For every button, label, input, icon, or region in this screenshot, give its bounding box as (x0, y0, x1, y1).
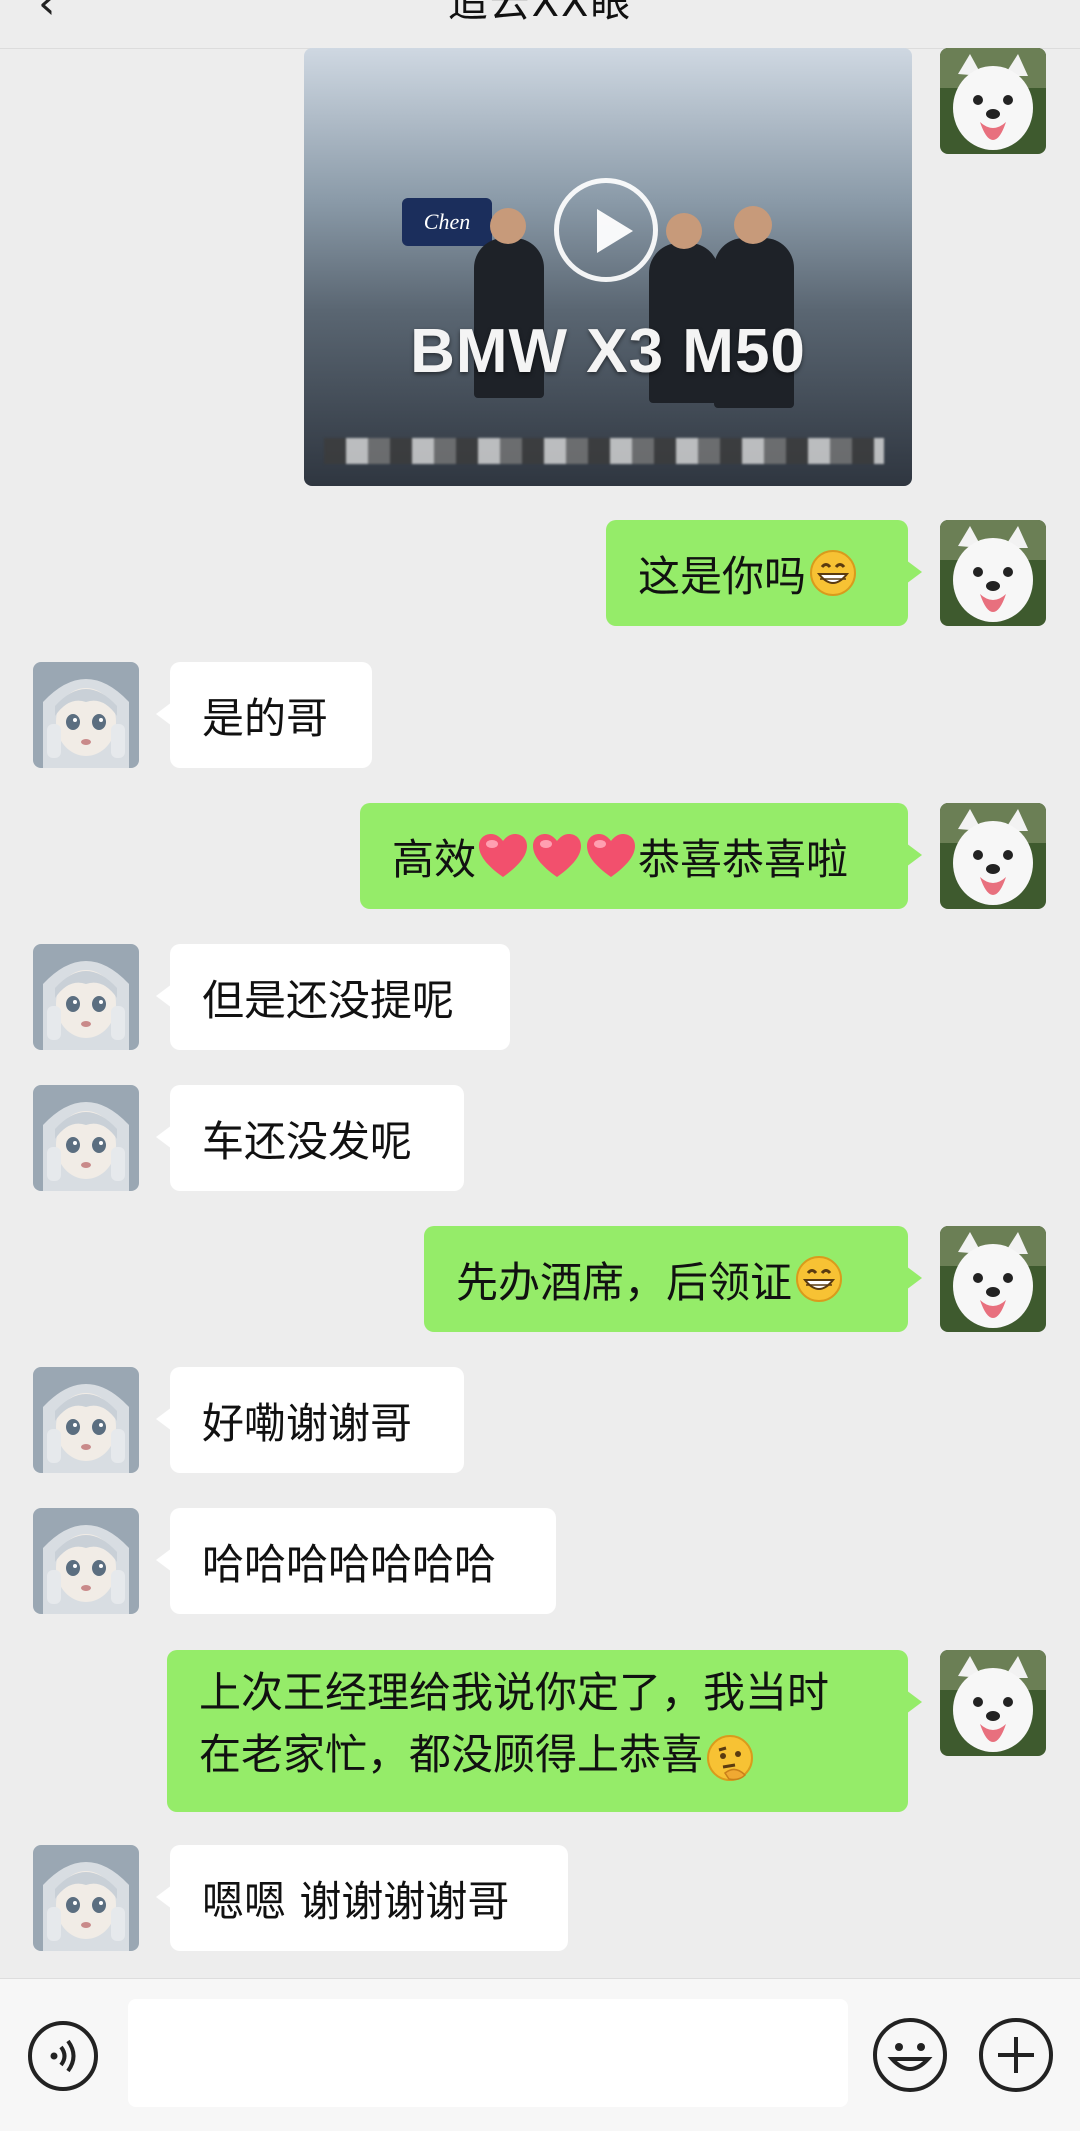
avatar-them[interactable] (33, 1085, 139, 1191)
message-bubble-them[interactable]: 哈哈哈哈哈哈哈 (156, 1508, 556, 1614)
avatar-them[interactable] (33, 1508, 139, 1614)
grin-emoji-icon (808, 548, 858, 598)
message-bubble-them[interactable]: 是的哥 (156, 662, 372, 768)
message-text: 好嘞谢谢哥 (202, 1398, 413, 1448)
avatar-them[interactable] (33, 1367, 139, 1473)
heart-emoji-icon (584, 831, 638, 881)
emoji-icon[interactable] (870, 2015, 950, 2095)
message-text: 哈哈哈哈哈哈哈 (202, 1539, 497, 1589)
samoyed-dog-avatar-icon (940, 803, 1046, 909)
message-bubble-me[interactable]: 上次王经理给我说你定了，我当时 在老家忙，都没顾得上恭喜 (167, 1650, 922, 1812)
play-icon[interactable] (554, 178, 658, 282)
message-bubble-them[interactable]: 嗯嗯 谢谢谢谢哥 (156, 1845, 568, 1951)
message-text: 高效 (392, 834, 477, 884)
message-text-line: 上次王经理给我说你定了，我当时 (199, 1668, 830, 1717)
avatar-me[interactable] (940, 1650, 1046, 1756)
video-person-head (734, 206, 772, 244)
grin-emoji-icon (794, 1254, 844, 1304)
message-bubble-them[interactable]: 但是还没提呢 (156, 944, 510, 1050)
anime-girl-avatar-icon (33, 1367, 139, 1473)
video-person-head (490, 208, 526, 244)
message-bubble-me[interactable]: 这是你吗 (606, 520, 922, 626)
anime-girl-avatar-icon (33, 1085, 139, 1191)
anime-girl-avatar-icon (33, 1845, 139, 1951)
anime-girl-avatar-icon (33, 944, 139, 1050)
message-text: 这是你吗 (638, 551, 807, 601)
video-message[interactable]: Chen BMW X3 M50 (304, 48, 912, 486)
message-text-line: 在老家忙，都没顾得上恭喜 (199, 1730, 704, 1779)
heart-emoji-icon (530, 831, 584, 881)
voice-icon[interactable] (26, 2019, 100, 2093)
message-bubble-them[interactable]: 车还没发呢 (156, 1085, 464, 1191)
message-bubble-me[interactable]: 高效 恭喜恭喜啦 (360, 803, 922, 909)
samoyed-dog-avatar-icon (940, 48, 1046, 154)
input-bar (0, 1978, 1080, 2131)
samoyed-dog-avatar-icon (940, 520, 1046, 626)
top-bar: ‹ 追云XX眼 (0, 0, 1080, 49)
avatar-me[interactable] (940, 48, 1046, 154)
anime-girl-avatar-icon (33, 662, 139, 768)
plus-icon[interactable] (976, 2015, 1056, 2095)
avatar-me[interactable] (940, 1226, 1046, 1332)
video-person-head (666, 213, 702, 249)
message-text: 恭喜恭喜啦 (638, 834, 849, 884)
message-text: 但是还没提呢 (202, 975, 455, 1025)
avatar-me[interactable] (940, 520, 1046, 626)
blurred-text (324, 438, 884, 464)
video-sign: Chen (402, 198, 492, 246)
samoyed-dog-avatar-icon (940, 1226, 1046, 1332)
message-text: 嗯嗯 谢谢谢谢哥 (202, 1876, 510, 1926)
thinking-emoji-icon (705, 1733, 755, 1783)
message-text: 是的哥 (202, 693, 329, 743)
avatar-them[interactable] (33, 944, 139, 1050)
video-caption: BMW X3 M50 (410, 317, 806, 386)
avatar-them[interactable] (33, 1845, 139, 1951)
message-bubble-them[interactable]: 好嘞谢谢哥 (156, 1367, 464, 1473)
avatar-me[interactable] (940, 803, 1046, 909)
message-input[interactable] (128, 1999, 848, 2107)
chat-title: 追云XX眼 (447, 0, 633, 26)
heart-emoji-icon (476, 831, 530, 881)
anime-girl-avatar-icon (33, 1508, 139, 1614)
message-text: 车还没发呢 (202, 1116, 413, 1166)
avatar-them[interactable] (33, 662, 139, 768)
message-bubble-me[interactable]: 先办酒席，后领证 (424, 1226, 922, 1332)
samoyed-dog-avatar-icon (940, 1650, 1046, 1756)
message-text: 先办酒席，后领证 (456, 1257, 793, 1307)
